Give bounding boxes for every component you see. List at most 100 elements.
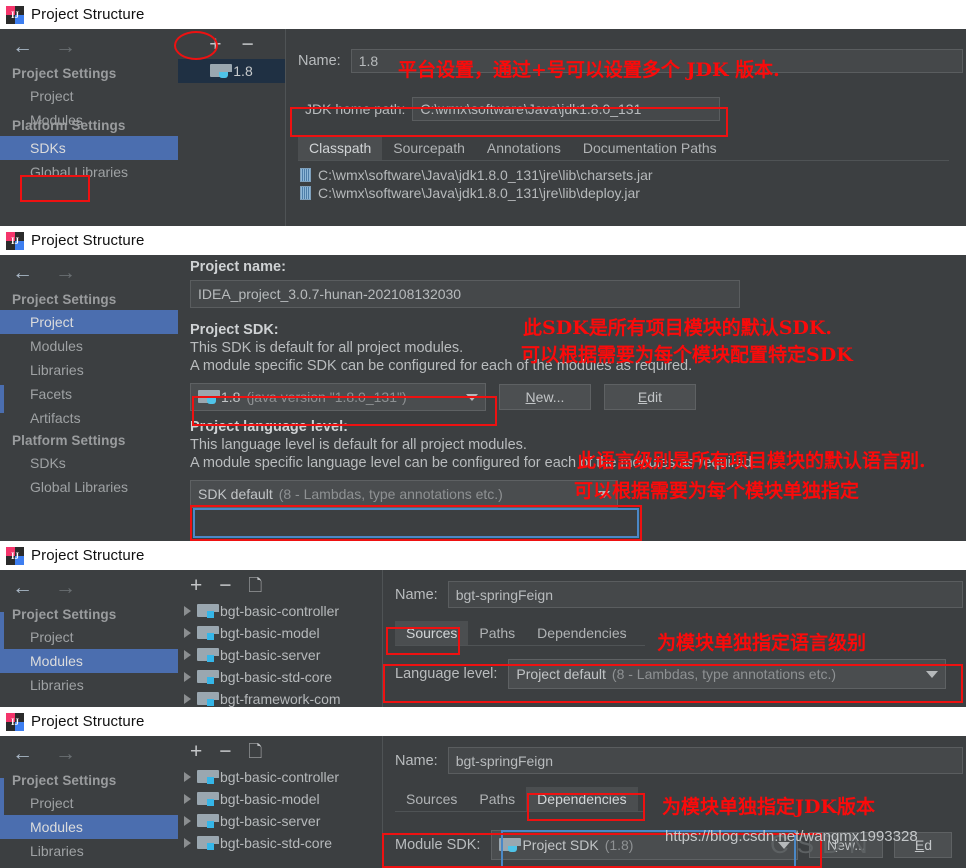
tab-documentation-paths[interactable]: Documentation Paths — [572, 136, 728, 160]
sidebar-item-sdks[interactable]: SDKs — [0, 136, 178, 160]
window-titlebar-3: IJ Project Structure — [0, 541, 966, 570]
expand-arrow-icon[interactable] — [184, 628, 191, 638]
jdk-home-path-input[interactable]: C:\wmx\software\Java\jdk1.8.0_131 — [412, 97, 720, 121]
module-tree-item[interactable]: bgt-basic-server — [178, 644, 382, 666]
module-tree-item[interactable]: bgt-basic-std-core — [178, 666, 382, 688]
forward-arrow-icon[interactable]: → — [55, 577, 76, 598]
back-arrow-icon[interactable]: ← — [12, 743, 33, 764]
module-name-label: Name: — [395, 587, 438, 603]
sidebar-item-modules[interactable]: Modules — [0, 815, 178, 839]
sidebar-item-modules[interactable]: Modules — [0, 334, 178, 358]
nav-row-2: ← → — [0, 255, 178, 289]
panel-sdks: IJ Project Structure ← → Project Setting… — [0, 0, 966, 226]
project-sdk-value-sub: (java version "1.8.0_131") — [246, 389, 406, 405]
nav-row-1: ← → — [0, 29, 178, 63]
forward-arrow-icon[interactable]: → — [55, 743, 76, 764]
sidebar-item-sdks[interactable]: SDKs — [0, 451, 178, 475]
edit-sdk-button[interactable]: Edit — [604, 384, 696, 410]
tab-dependencies[interactable]: Dependencies — [526, 621, 638, 645]
sidebar-item-facets[interactable]: Facets — [0, 382, 178, 406]
module-tree-item[interactable]: bgt-basic-model — [178, 788, 382, 810]
sidebar-item-libraries[interactable]: Libraries — [0, 839, 178, 863]
sidebar-item-project[interactable]: Project — [0, 791, 178, 815]
settings-sidebar-1: ← → Project Settings Project Modules Pla… — [0, 29, 178, 226]
copy-module-icon[interactable]: 🗋 — [249, 577, 263, 594]
module-folder-icon — [197, 792, 214, 806]
chevron-down-icon — [466, 394, 478, 401]
modules-toolbar-4: + − 🗋 — [178, 736, 382, 766]
tab-sources[interactable]: Sources — [395, 787, 468, 811]
sdk-list-item[interactable]: 1.8 — [178, 59, 285, 83]
back-arrow-icon[interactable]: ← — [12, 36, 33, 57]
forward-arrow-icon[interactable]: → — [55, 36, 76, 57]
module-language-level-combo[interactable]: Project default (8 - Lambdas, type annot… — [508, 659, 946, 689]
expand-arrow-icon[interactable] — [184, 838, 191, 848]
sidebar-item-project[interactable]: Project — [0, 84, 178, 108]
tab-classpath[interactable]: Classpath — [298, 136, 382, 160]
forward-arrow-icon[interactable]: → — [55, 262, 76, 283]
expand-arrow-icon[interactable] — [184, 606, 191, 616]
sdk-tabs: Classpath Sourcepath Annotations Documen… — [298, 136, 949, 161]
expand-arrow-icon[interactable] — [184, 816, 191, 826]
window-title: Project Structure — [31, 713, 144, 730]
tab-dependencies[interactable]: Dependencies — [526, 787, 638, 811]
annotation-text-platform-settings: 平台设置，通过+号可以设置多个 JDK 版本. — [398, 55, 780, 82]
tab-paths[interactable]: Paths — [468, 621, 526, 645]
module-folder-icon — [197, 836, 214, 850]
classpath-entry[interactable]: C:\wmx\software\Java\jdk1.8.0_131\jre\li… — [298, 184, 966, 202]
module-tree-item[interactable]: bgt-framework-com — [178, 688, 382, 707]
project-language-level-combo[interactable]: SDK default (8 - Lambdas, type annotatio… — [190, 480, 618, 508]
back-arrow-icon[interactable]: ← — [12, 262, 33, 283]
language-level-value: SDK default — [198, 486, 273, 502]
back-arrow-icon[interactable]: ← — [12, 577, 33, 598]
module-folder-icon — [197, 648, 214, 662]
remove-sdk-button[interactable]: − — [242, 34, 254, 55]
sidebar-group-platform-settings: Platform Settings — [0, 430, 178, 451]
module-tree-item[interactable]: bgt-basic-model — [178, 622, 382, 644]
add-module-button[interactable]: + — [190, 741, 202, 762]
copy-module-icon[interactable]: 🗋 — [249, 743, 263, 760]
module-name-input[interactable]: bgt-springFeign — [448, 581, 963, 608]
expand-arrow-icon[interactable] — [184, 650, 191, 660]
sidebar-item-libraries[interactable]: Libraries — [0, 358, 178, 382]
project-language-level-label: Project language level: — [190, 419, 966, 435]
sidebar-item-artifacts[interactable]: Artifacts — [0, 406, 178, 430]
project-sdk-value: 1.8 — [221, 389, 240, 405]
tab-sources[interactable]: Sources — [395, 621, 468, 645]
sdk-list-item-label: 1.8 — [233, 63, 252, 79]
module-tree-item[interactable]: bgt-basic-server — [178, 810, 382, 832]
sidebar-item-project[interactable]: Project — [0, 310, 178, 334]
new-sdk-button[interactable]: New... — [499, 384, 591, 410]
module-language-level-label: Language level: — [395, 666, 497, 682]
module-tree-item[interactable]: bgt-basic-std-core — [178, 832, 382, 854]
module-label: bgt-basic-model — [220, 625, 320, 641]
settings-sidebar-4: ← → Project Settings Project Modules Lib… — [0, 736, 178, 868]
module-tree-item[interactable]: bgt-basic-controller — [178, 766, 382, 788]
sidebar-item-project[interactable]: Project — [0, 625, 178, 649]
add-sdk-button[interactable]: + — [209, 34, 221, 55]
sidebar-item-libraries[interactable]: Libraries — [0, 673, 178, 697]
expand-arrow-icon[interactable] — [184, 794, 191, 804]
remove-module-button[interactable]: − — [219, 575, 231, 596]
tab-sourcepath[interactable]: Sourcepath — [382, 136, 476, 160]
jdk-folder-icon — [210, 64, 227, 78]
project-sdk-combo[interactable]: 1.8 (java version "1.8.0_131") — [190, 383, 486, 411]
tab-annotations[interactable]: Annotations — [476, 136, 572, 160]
module-sdk-label: Module SDK: — [395, 837, 480, 853]
project-name-input[interactable]: IDEA_project_3.0.7-hunan-202108132030 — [190, 280, 740, 308]
sidebar-item-modules[interactable]: Modules — [0, 649, 178, 673]
sidebar-item-global-libraries[interactable]: Global Libraries — [0, 475, 178, 499]
project-name-label: Project name: — [190, 259, 966, 275]
add-module-button[interactable]: + — [190, 575, 202, 596]
remove-module-button[interactable]: − — [219, 741, 231, 762]
classpath-entry[interactable]: C:\wmx\software\Java\jdk1.8.0_131\jre\li… — [298, 166, 966, 184]
expand-arrow-icon[interactable] — [184, 772, 191, 782]
module-tree-item[interactable]: bgt-basic-controller — [178, 600, 382, 622]
expand-arrow-icon[interactable] — [184, 694, 191, 704]
annotation-text-sdk-line1: 此SDK是所有项目模块的默认SDK. — [523, 313, 832, 340]
sidebar-item-global-libraries[interactable]: Global Libraries — [0, 160, 178, 184]
tab-paths[interactable]: Paths — [468, 787, 526, 811]
module-name-input[interactable]: bgt-springFeign — [448, 747, 963, 774]
expand-arrow-icon[interactable] — [184, 672, 191, 682]
window-title: Project Structure — [31, 6, 144, 23]
